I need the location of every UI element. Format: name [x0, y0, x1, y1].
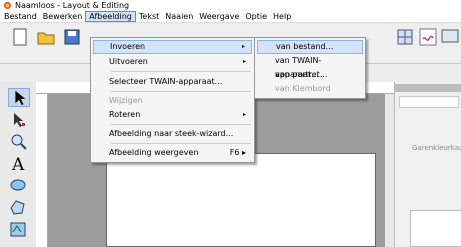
zoom-icon[interactable]: [8, 132, 30, 151]
submenu-item-label: van Klembord: [275, 84, 331, 93]
menu-separator: [111, 71, 251, 72]
new-file-icon[interactable]: [10, 27, 30, 47]
submenu-item-van-portret[interactable]: van portret...: [257, 68, 363, 82]
design-page[interactable]: [106, 153, 376, 247]
submenu-arrow-icon: ▸: [241, 43, 245, 50]
shape-tool-icon[interactable]: [8, 176, 30, 195]
panel-header: [395, 84, 461, 92]
menu-optie[interactable]: Optie: [242, 11, 270, 22]
color-chart-panel: Garenkleurkaart: [394, 82, 461, 247]
save-icon[interactable]: [62, 27, 82, 47]
svg-text:A: A: [11, 155, 25, 173]
submenu-item-van-klembord: van Klembord: [257, 82, 363, 96]
menu-bestand[interactable]: Bestand: [1, 11, 40, 22]
invoeren-submenu: van bestand... van TWAIN-apparaat... van…: [254, 37, 366, 99]
submenu-item-label: van portret...: [275, 70, 328, 79]
menu-naaien[interactable]: Naaien: [162, 11, 196, 22]
afbeelding-menu: Invoeren ▸ Uitvoeren ▸ Selecteer TWAIN-a…: [90, 37, 255, 163]
menu-item-wijzigen: Wijzigen: [93, 94, 252, 108]
menu-item-label: Uitvoeren: [109, 57, 148, 66]
stitch-view-icon[interactable]: [418, 27, 438, 47]
submenu-arrow-icon: ▸: [242, 111, 246, 118]
menu-separator: [111, 91, 251, 92]
menu-item-invoeren[interactable]: Invoeren ▸: [93, 40, 252, 54]
menu-item-label: Afbeelding weergeven: [109, 148, 199, 157]
vertical-ruler: 50: [22, 94, 48, 247]
menu-item-selecteer-twain[interactable]: Selecteer TWAIN-apparaat...: [93, 75, 252, 89]
menu-item-roteren[interactable]: Roteren ▸: [93, 108, 252, 122]
menu-item-label: Selecteer TWAIN-apparaat...: [109, 77, 223, 86]
menu-item-label: Invoeren: [110, 42, 146, 51]
stitch-tool-icon[interactable]: [8, 220, 30, 239]
grid-view-icon[interactable]: [395, 27, 415, 47]
menu-weergave[interactable]: Weergave: [196, 11, 242, 22]
select-arrow-icon[interactable]: [8, 88, 30, 107]
submenu-item-van-twain[interactable]: van TWAIN-apparaat...: [257, 54, 363, 79]
submenu-item-label: van bestand...: [276, 42, 334, 51]
outline-tool-icon[interactable]: [8, 198, 30, 217]
menu-shortcut: F6 ▸: [229, 148, 246, 157]
menu-separator: [111, 143, 251, 144]
display-icon[interactable]: [440, 27, 460, 47]
menu-separator: [111, 124, 251, 125]
panel-tabs[interactable]: [399, 96, 459, 108]
menu-item-label: Afbeelding naar steek-wizard...: [109, 129, 234, 138]
vertical-scrollbar[interactable]: [385, 94, 394, 247]
window-title: Naamloos - Layout & Editing: [15, 1, 130, 10]
menu-item-afbeelding-weergeven[interactable]: Afbeelding weergeven F6 ▸: [93, 146, 252, 160]
menu-help[interactable]: Help: [270, 11, 294, 22]
menu-item-label: Roteren: [109, 110, 141, 119]
point-edit-icon[interactable]: [8, 110, 30, 129]
menu-bar: Bestand Bewerken Afbeelding Tekst Naaien…: [0, 11, 461, 23]
submenu-arrow-icon: ▸: [242, 58, 246, 65]
title-bar: Naamloos - Layout & Editing: [0, 0, 461, 11]
submenu-item-van-bestand[interactable]: van bestand...: [257, 40, 363, 54]
panel-content-box: [410, 210, 461, 247]
menu-tekst[interactable]: Tekst: [136, 11, 162, 22]
menu-afbeelding[interactable]: Afbeelding: [85, 11, 136, 22]
tool-palette: A: [0, 82, 36, 247]
thread-chart-label: Garenkleurkaart: [412, 144, 461, 152]
app-icon: [3, 1, 12, 10]
menu-bewerken[interactable]: Bewerken: [40, 11, 86, 22]
open-folder-icon[interactable]: [36, 27, 56, 47]
menu-item-uitvoeren[interactable]: Uitvoeren ▸: [93, 55, 252, 69]
text-tool-icon[interactable]: A: [8, 154, 30, 173]
menu-item-steek-wizard[interactable]: Afbeelding naar steek-wizard...: [93, 127, 252, 141]
menu-item-label: Wijzigen: [109, 96, 143, 105]
